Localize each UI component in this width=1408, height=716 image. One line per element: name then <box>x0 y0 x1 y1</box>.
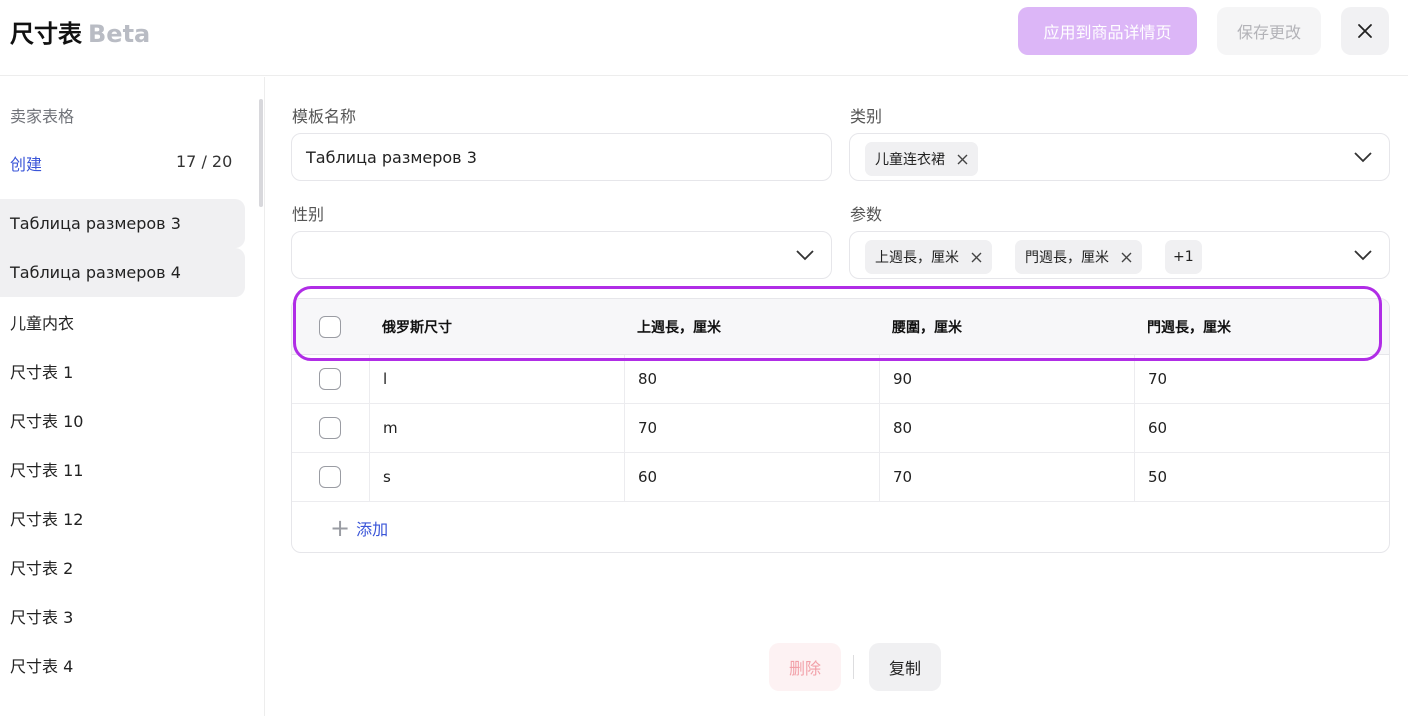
column-header: 腰圍，厘米 <box>892 319 962 336</box>
sidebar-item[interactable]: 尺寸表 1 <box>0 346 245 395</box>
add-row-area: + 添加 <box>292 502 1389 552</box>
table-cell[interactable]: 50 <box>1134 453 1389 501</box>
table-row: m 70 80 60 <box>292 404 1389 453</box>
sidebar-heading: 卖家表格 <box>10 107 75 126</box>
table-cell[interactable]: 70 <box>1134 355 1389 403</box>
sidebar-scrollbar[interactable] <box>259 99 263 207</box>
close-icon <box>1358 24 1372 38</box>
table-cell[interactable]: 70 <box>624 404 879 452</box>
table-cell[interactable]: 90 <box>879 355 1134 403</box>
params-more-badge[interactable]: +1 <box>1165 240 1202 274</box>
params-select[interactable]: 上週長，厘米 門週長，厘米 +1 <box>849 231 1390 279</box>
page-title-text: 尺寸表 <box>10 20 82 48</box>
sidebar-list: Таблица размеров 3 Таблица размеров 4 儿童… <box>0 199 245 689</box>
add-row-label: 添加 <box>356 520 389 539</box>
table-cell[interactable]: s <box>369 453 624 501</box>
chevron-down-icon[interactable] <box>795 248 815 262</box>
table-cell[interactable]: 80 <box>624 355 879 403</box>
sidebar: 卖家表格 创建 17 / 20 Таблица размеров 3 Табли… <box>0 77 265 716</box>
apply-to-product-page-button[interactable]: 应用到商品详情页 <box>1018 7 1197 55</box>
row-checkbox[interactable] <box>319 466 341 488</box>
beta-badge: Beta <box>88 20 151 48</box>
table-count: 17 / 20 <box>176 152 233 171</box>
template-name-field[interactable]: Таблица размеров 3 <box>291 133 832 181</box>
template-name-label: 模板名称 <box>292 107 357 126</box>
save-changes-button[interactable]: 保存更改 <box>1217 7 1321 55</box>
page-title: 尺寸表 Beta <box>10 14 150 49</box>
column-header: 俄罗斯尺寸 <box>382 319 452 336</box>
table-cell[interactable]: 80 <box>879 404 1134 452</box>
column-header: 門週長，厘米 <box>1147 319 1231 336</box>
close-button[interactable] <box>1341 7 1389 55</box>
remove-tag-icon[interactable] <box>971 252 982 263</box>
table-row: l 80 90 70 <box>292 355 1389 404</box>
sidebar-item[interactable]: 儿童内衣 <box>0 297 245 346</box>
chevron-down-icon[interactable] <box>1353 248 1373 262</box>
add-row-button[interactable]: + 添加 <box>330 516 388 540</box>
sidebar-item[interactable]: 尺寸表 11 <box>0 444 245 493</box>
sidebar-item[interactable]: 尺寸表 2 <box>0 542 245 591</box>
sidebar-item[interactable]: Таблица размеров 4 <box>0 248 245 297</box>
row-checkbox[interactable] <box>319 417 341 439</box>
param-tag: 門週長，厘米 <box>1015 240 1142 274</box>
sidebar-item[interactable]: 尺寸表 4 <box>0 640 245 689</box>
gender-label: 性别 <box>292 205 325 224</box>
plus-icon: + <box>330 514 351 542</box>
header: 尺寸表 Beta 应用到商品详情页 保存更改 <box>0 0 1408 76</box>
table-cell[interactable]: 70 <box>879 453 1134 501</box>
table-cell[interactable]: 60 <box>624 453 879 501</box>
column-header: 上週長，厘米 <box>637 319 721 336</box>
select-all-checkbox[interactable] <box>319 316 341 338</box>
sidebar-item[interactable]: Таблица размеров 3 <box>0 199 245 248</box>
param-tag-label: 上週長，厘米 <box>875 250 959 266</box>
gender-select[interactable] <box>291 231 832 279</box>
table-cell[interactable]: l <box>369 355 624 403</box>
table-row: s 60 70 50 <box>292 453 1389 502</box>
delete-button[interactable]: 删除 <box>769 643 841 691</box>
row-checkbox[interactable] <box>319 368 341 390</box>
category-tag-label: 儿童连衣裙 <box>875 152 945 168</box>
action-divider <box>853 655 854 679</box>
param-tag-label: 門週長，厘米 <box>1025 250 1109 266</box>
params-label: 参数 <box>850 205 883 224</box>
category-label: 类别 <box>850 107 883 126</box>
template-name-value: Таблица размеров 3 <box>306 148 477 167</box>
param-tag: 上週長，厘米 <box>865 240 992 274</box>
sidebar-item[interactable]: 尺寸表 3 <box>0 591 245 640</box>
table-header-row: 俄罗斯尺寸 上週長，厘米 腰圍，厘米 門週長，厘米 <box>292 299 1389 355</box>
remove-tag-icon[interactable] <box>1121 252 1132 263</box>
chevron-down-icon[interactable] <box>1353 150 1373 164</box>
category-tag: 儿童连衣裙 <box>865 142 978 176</box>
sidebar-item[interactable]: 尺寸表 10 <box>0 395 245 444</box>
category-select[interactable]: 儿童连衣裙 <box>849 133 1390 181</box>
bottom-action-bar: 删除 复制 <box>752 625 962 709</box>
size-table: 俄罗斯尺寸 上週長，厘米 腰圍，厘米 門週長，厘米 l 80 90 70 m 7… <box>291 298 1390 553</box>
sidebar-item[interactable]: 尺寸表 12 <box>0 493 245 542</box>
create-button[interactable]: 创建 <box>10 151 42 175</box>
table-cell[interactable]: 60 <box>1134 404 1389 452</box>
table-cell[interactable]: m <box>369 404 624 452</box>
remove-tag-icon[interactable] <box>957 154 968 165</box>
copy-button[interactable]: 复制 <box>869 643 941 691</box>
